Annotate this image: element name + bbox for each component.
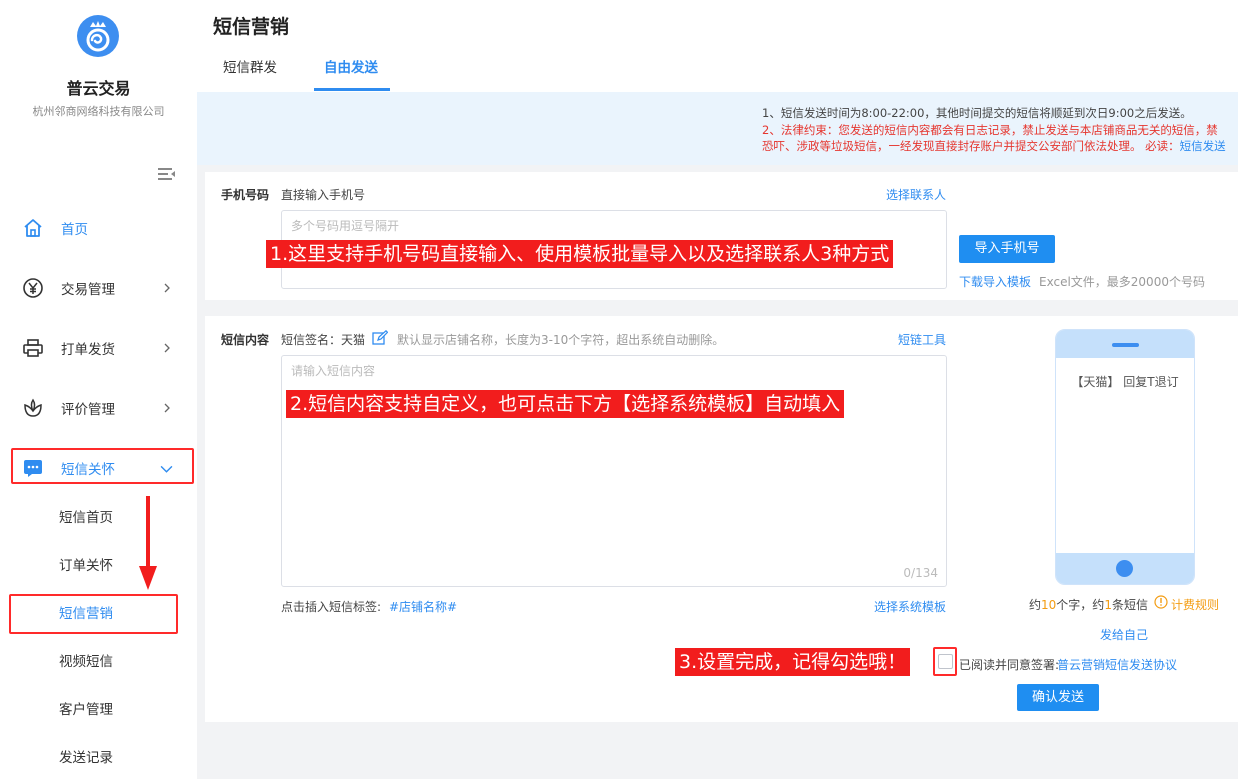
chevron-right-icon xyxy=(164,283,170,293)
sub-item-label: 短信营销 xyxy=(59,606,113,622)
callout-1: 1.这里支持手机号码直接输入、使用模板批量导入以及选择联系人3种方式 xyxy=(266,240,894,268)
sms-preview-phone: 【天猫】 回复T退订 xyxy=(1055,329,1195,585)
notice-line-3: 恐吓、涉政等垃圾短信，一经发现直接封存账户并提交公安部门依法处理。 必读：短信发… xyxy=(762,138,1226,154)
sidebar-item-trade[interactable]: 交易管理 xyxy=(0,268,197,308)
sidebar-item-label: 评价管理 xyxy=(61,402,115,418)
select-template-link[interactable]: 选择系统模板 xyxy=(874,598,946,615)
agreement-link[interactable]: 普云营销短信发送协议 xyxy=(1057,656,1177,673)
notice-line-3-text: 恐吓、涉政等垃圾短信，一经发现直接封存账户并提交公安部门依法处理。 必读： xyxy=(762,139,1180,153)
chevron-right-icon xyxy=(164,343,170,353)
page-title: 短信营销 xyxy=(213,16,290,38)
sidebar: 普云交易 杭州邻商网络科技有限公司 首页 交易管理 打单发货 评价管理 短信关怀… xyxy=(0,0,197,779)
sms-count: 1 xyxy=(1104,598,1112,612)
menu-collapse-icon[interactable] xyxy=(158,167,176,183)
red-arrow-icon xyxy=(139,496,157,590)
char-counter: 0/134 xyxy=(903,566,938,580)
confirm-send-button[interactable]: 确认发送 xyxy=(1017,684,1099,711)
link-tool-link[interactable]: 短链工具 xyxy=(898,331,946,348)
notice-read-link[interactable]: 短信发送 xyxy=(1180,139,1226,153)
callout-2: 2.短信内容支持自定义，也可点击下方【选择系统模板】自动填入 xyxy=(286,390,845,418)
agreement-text: 已阅读并同意签署: xyxy=(959,658,1060,672)
sidebar-item-sms-care[interactable]: 短信关怀 xyxy=(0,448,197,488)
brand-logo-icon xyxy=(77,15,119,57)
stat-mid: 个字，约 xyxy=(1056,598,1105,612)
sub-item-video-sms[interactable]: 视频短信 xyxy=(0,643,197,677)
sub-item-sms-home[interactable]: 短信首页 xyxy=(0,499,197,533)
sidebar-item-review[interactable]: 评价管理 xyxy=(0,388,197,428)
select-contacts-link[interactable]: 选择联系人 xyxy=(886,186,946,203)
sub-item-send-log[interactable]: 发送记录 xyxy=(0,739,197,773)
chevron-right-icon xyxy=(164,403,170,413)
brand-name: 普云交易 xyxy=(66,79,131,98)
content-label: 短信内容 xyxy=(221,333,270,347)
sidebar-item-label: 打单发货 xyxy=(61,342,115,358)
stat-prefix: 约 xyxy=(1029,598,1042,612)
tab-active-indicator xyxy=(314,88,390,91)
edit-icon[interactable] xyxy=(372,330,388,346)
tab-free-send[interactable]: 自由发送 xyxy=(324,56,378,76)
info-icon xyxy=(1154,595,1168,609)
sub-item-label: 发送记录 xyxy=(59,750,113,766)
import-note: Excel文件，最多20000个号码 xyxy=(1039,275,1205,289)
send-to-self-link[interactable]: 发给自己 xyxy=(1100,626,1148,643)
sub-item-label: 客户管理 xyxy=(59,702,113,718)
tab-group-send[interactable]: 短信群发 xyxy=(223,56,277,76)
printer-icon xyxy=(23,339,43,357)
stat-suffix: 条短信 xyxy=(1111,598,1148,612)
brand-company: 杭州邻商网络科技有限公司 xyxy=(32,105,165,118)
download-template-link[interactable]: 下载导入模板 xyxy=(959,273,1031,290)
chat-icon xyxy=(24,460,42,477)
phone-label: 手机号码 xyxy=(221,188,270,202)
notice-line-1: 1、短信发送时间为8:00-22:00，其他时间提交的短信将顺延到次日9:00之… xyxy=(762,106,1192,120)
header xyxy=(197,0,1238,92)
sub-item-label: 订单关怀 xyxy=(59,558,113,574)
flower-icon xyxy=(24,398,42,417)
insert-tag-store-name[interactable]: #店铺名称# xyxy=(389,598,457,615)
home-icon xyxy=(24,219,42,237)
insert-tag-label: 点击插入短信标签: xyxy=(281,600,382,614)
billing-rules-link[interactable]: 计费规则 xyxy=(1171,596,1219,613)
yuan-icon xyxy=(23,278,43,298)
sub-item-sms-marketing[interactable]: 短信营销 xyxy=(0,595,197,629)
sidebar-item-label: 短信关怀 xyxy=(61,462,115,478)
sidebar-item-label: 首页 xyxy=(61,222,88,238)
signature-label: 短信签名：天猫 xyxy=(281,333,366,347)
sub-item-order-care[interactable]: 订单关怀 xyxy=(0,547,197,581)
preview-text: 【天猫】 回复T退订 xyxy=(1071,375,1179,389)
phone-hint: 直接输入手机号 xyxy=(281,188,366,202)
sidebar-item-print[interactable]: 打单发货 xyxy=(0,328,197,368)
sub-item-customers[interactable]: 客户管理 xyxy=(0,691,197,725)
sub-item-label: 短信首页 xyxy=(59,510,113,526)
phone-input-placeholder: 多个号码用逗号隔开 xyxy=(291,219,400,233)
sms-content-placeholder: 请输入短信内容 xyxy=(291,364,376,378)
sms-stats: 约10个字，约1条短信 xyxy=(1029,596,1148,613)
phone-speaker xyxy=(1112,343,1139,347)
signature-note: 默认显示店铺名称，长度为3-10个字符，超出系统自动删除。 xyxy=(397,333,725,347)
agreement-checkbox[interactable] xyxy=(938,654,953,669)
callout-3: 3.设置完成，记得勾选哦！ xyxy=(675,648,911,676)
notice-banner: 1、短信发送时间为8:00-22:00，其他时间提交的短信将顺延到次日9:00之… xyxy=(197,92,1238,165)
sub-item-label: 视频短信 xyxy=(59,654,113,670)
phone-home-button xyxy=(1116,560,1133,577)
chevron-down-icon xyxy=(160,465,173,473)
sidebar-item-label: 交易管理 xyxy=(61,282,115,298)
notice-line-2: 2、法律约束：您发送的短信内容都会有日志记录，禁止发送与本店铺商品无关的短信，禁 xyxy=(762,123,1218,137)
sidebar-item-home[interactable]: 首页 xyxy=(0,208,197,248)
import-phone-button[interactable]: 导入手机号 xyxy=(959,235,1055,263)
char-count: 10 xyxy=(1041,598,1057,612)
